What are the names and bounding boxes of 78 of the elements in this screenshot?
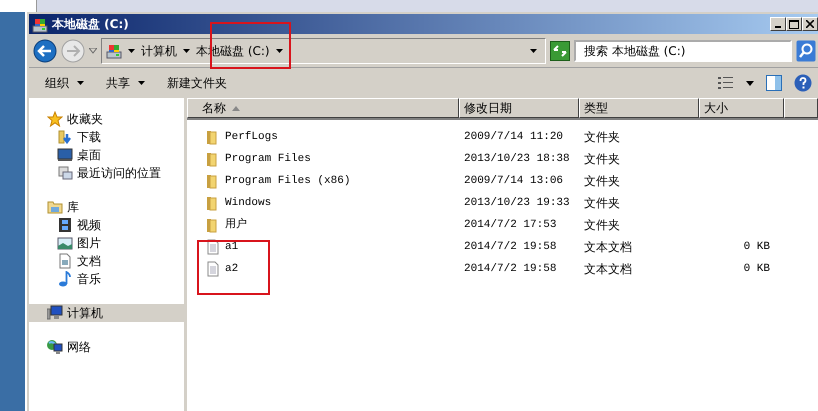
caret-icon [77, 81, 84, 85]
file-name[interactable]: a2 [225, 260, 238, 278]
drive-icon [32, 16, 48, 33]
caret-icon [138, 81, 145, 85]
window-title: 本地磁盘 (C:) [52, 16, 129, 33]
network-icon [47, 339, 63, 355]
file-type: 文件夹 [584, 217, 620, 234]
document-icon [57, 253, 73, 269]
address-dropdown-icon [530, 48, 537, 52]
modified-date: 2009/7/14 11:20 [464, 130, 564, 145]
caret-icon [276, 48, 283, 52]
recent-places-icon [57, 165, 73, 181]
modified-date: 2009/7/14 13:06 [464, 174, 564, 189]
sidebar-item[interactable]: 库 [29, 198, 184, 216]
back-button[interactable] [33, 38, 57, 62]
view-options-icon[interactable] [718, 76, 734, 90]
music-icon [57, 271, 73, 287]
caret-icon [183, 48, 190, 52]
modified-date: 2014/7/2 19:58 [464, 262, 556, 277]
sidebar-item[interactable]: 最近访问的位置 [29, 164, 184, 182]
minimize-button[interactable] [770, 17, 786, 31]
refresh-button[interactable] [550, 40, 570, 60]
sidebar-item[interactable]: 图片 [29, 234, 184, 252]
sort-arrow-icon [232, 106, 240, 110]
star-icon [47, 111, 63, 127]
caret-icon [128, 48, 135, 52]
search-icon[interactable] [796, 40, 816, 62]
close-button[interactable] [802, 17, 818, 31]
sidebar-item[interactable]: 文档 [29, 252, 184, 270]
modified-date: 2014/7/2 19:58 [464, 240, 556, 255]
file-name[interactable]: Program Files (x86) [225, 172, 350, 190]
sidebar-item[interactable]: 音乐 [29, 270, 184, 288]
toolbar-button[interactable]: 共享 [98, 72, 153, 94]
file-name[interactable]: Program Files [225, 150, 311, 168]
column-header[interactable]: 大小 [699, 98, 784, 118]
modified-date: 2014/7/2 17:53 [464, 218, 556, 233]
file-name[interactable]: a1 [225, 238, 238, 256]
search-field[interactable]: 搜索 本地磁盘 (C:) [574, 40, 792, 62]
caret-icon[interactable] [746, 80, 754, 86]
modified-date: 2013/10/23 19:33 [464, 196, 570, 211]
computer-icon [47, 305, 63, 321]
sidebar-item[interactable]: 收藏夹 [29, 110, 184, 128]
file-type: 文件夹 [584, 173, 620, 190]
file-size: 0 KB [744, 262, 770, 277]
maximize-icon [789, 20, 799, 28]
library-icon [47, 199, 63, 215]
picture-icon [57, 235, 73, 251]
drive-icon [106, 42, 122, 58]
column-header[interactable]: 类型 [579, 98, 699, 118]
file-size: 0 KB [744, 240, 770, 255]
download-folder-icon [57, 129, 73, 145]
file-type: 文件夹 [584, 151, 620, 168]
video-icon [57, 217, 73, 233]
file-name[interactable]: 用户 [225, 216, 247, 234]
sidebar-item[interactable]: 计算机 [29, 304, 184, 322]
file-name[interactable]: Windows [225, 194, 272, 212]
file-type: 文件夹 [584, 195, 620, 212]
help-icon[interactable] [794, 74, 812, 92]
file-type: 文本文档 [584, 261, 632, 278]
column-header[interactable]: 修改日期 [459, 98, 579, 118]
column-header[interactable]: 名称 [187, 98, 459, 118]
text-file-icon [205, 261, 221, 277]
sidebar-item[interactable]: 下载 [29, 128, 184, 146]
maximize-button[interactable] [786, 17, 802, 31]
sidebar-item[interactable]: 桌面 [29, 146, 184, 164]
desktop-icon [57, 147, 73, 163]
preview-pane-icon[interactable] [766, 75, 782, 91]
history-dropdown-icon[interactable] [89, 48, 97, 54]
sidebar-item[interactable]: 网络 [29, 338, 184, 356]
toolbar-button[interactable]: 组织 [37, 72, 92, 94]
file-type: 文件夹 [584, 129, 620, 146]
breadcrumb-item[interactable]: 计算机 [141, 42, 177, 60]
modified-date: 2013/10/23 18:38 [464, 152, 570, 167]
file-type: 文本文档 [584, 239, 632, 256]
file-name[interactable]: PerfLogs [225, 128, 278, 146]
sidebar-item[interactable]: 视频 [29, 216, 184, 234]
close-icon [806, 20, 814, 28]
toolbar-button[interactable]: 新建文件夹 [159, 72, 235, 94]
